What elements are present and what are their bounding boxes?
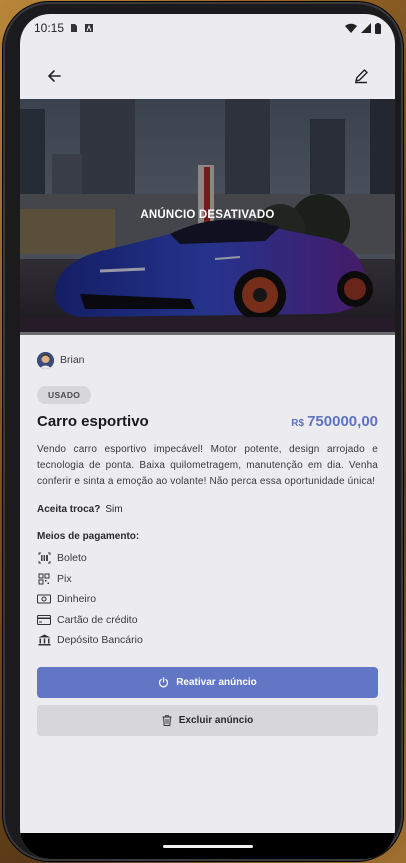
listing-image[interactable]: ANÚNCIO DESATIVADO <box>20 99 395 335</box>
payment-label: Pix <box>57 572 72 585</box>
money-icon <box>37 592 51 606</box>
payment-item-dinheiro: Dinheiro <box>37 589 378 610</box>
listing-content: Brian USADO Carro esportivo R$ 750000,00… <box>37 348 378 736</box>
payment-label: Dinheiro <box>57 593 97 606</box>
payment-item-pix: Pix <box>37 569 378 590</box>
back-button[interactable] <box>42 64 66 88</box>
top-app-bar <box>20 54 395 98</box>
qrcode-icon <box>37 572 51 586</box>
reactivate-label: Reativar anúncio <box>176 676 257 688</box>
status-time: 10:15 <box>34 21 65 35</box>
listing-status-text: ANÚNCIO DESATIVADO <box>140 209 275 221</box>
reactivate-listing-button[interactable]: Reativar anúncio <box>37 666 378 698</box>
payment-item-deposito: Depósito Bancário <box>37 630 378 651</box>
wifi-icon <box>345 23 357 33</box>
payment-label: Boleto <box>57 552 87 565</box>
payment-methods-list: Boleto Pix Dinheiro Cartão de crédito De… <box>37 548 378 651</box>
listing-description: Vendo carro esportivo impecável! Motor p… <box>37 444 378 487</box>
payment-label: Depósito Bancário <box>57 634 143 647</box>
trade-value: Sim <box>105 504 123 515</box>
bank-icon <box>37 633 51 647</box>
owner-name: Brian <box>60 354 85 366</box>
trash-icon <box>162 714 172 726</box>
title-row: Carro esportivo R$ 750000,00 <box>37 413 378 430</box>
avatar <box>37 351 54 369</box>
price-currency: R$ <box>291 418 305 429</box>
condition-badge: USADO <box>37 386 92 404</box>
user-avatar-icon <box>37 351 54 369</box>
owner-info: Brian <box>37 348 378 372</box>
pencil-icon <box>355 69 368 84</box>
image-progress-bar <box>20 332 395 335</box>
trade-info: Aceita troca? Sim <box>37 504 378 515</box>
arrow-left-icon <box>48 70 61 82</box>
listing-price: R$ 750000,00 <box>291 413 378 430</box>
payment-label: Cartão de crédito <box>57 613 138 626</box>
signal-icon <box>361 23 371 33</box>
payment-methods-label: Meios de pagamento: <box>37 531 140 542</box>
disabled-overlay: ANÚNCIO DESATIVADO <box>20 99 395 335</box>
system-nav-bar <box>20 833 395 859</box>
battery-icon <box>375 22 381 34</box>
home-gesture-handle[interactable] <box>162 844 253 848</box>
edit-button[interactable] <box>349 64 373 88</box>
payment-item-boleto: Boleto <box>37 548 378 569</box>
trade-label: Aceita troca? <box>37 504 101 515</box>
delete-label: Excluir anúncio <box>178 714 254 726</box>
barcode-icon <box>37 551 51 565</box>
power-icon <box>159 676 169 687</box>
delete-listing-button[interactable]: Excluir anúncio <box>37 704 378 736</box>
sim-card-icon <box>71 24 78 32</box>
phone-frame: 10:15 ANÚNCIO DESATIVADO Brian USADO Car… <box>3 2 403 861</box>
status-bar: 10:15 <box>20 14 395 42</box>
app-a-icon <box>85 24 94 32</box>
credit-card-icon <box>37 613 51 627</box>
listing-title: Carro esportivo <box>37 413 149 430</box>
price-value: 750000,00 <box>307 413 378 430</box>
app-screen: 10:15 ANÚNCIO DESATIVADO Brian USADO Car… <box>20 14 395 859</box>
payment-item-cartao: Cartão de crédito <box>37 610 378 631</box>
